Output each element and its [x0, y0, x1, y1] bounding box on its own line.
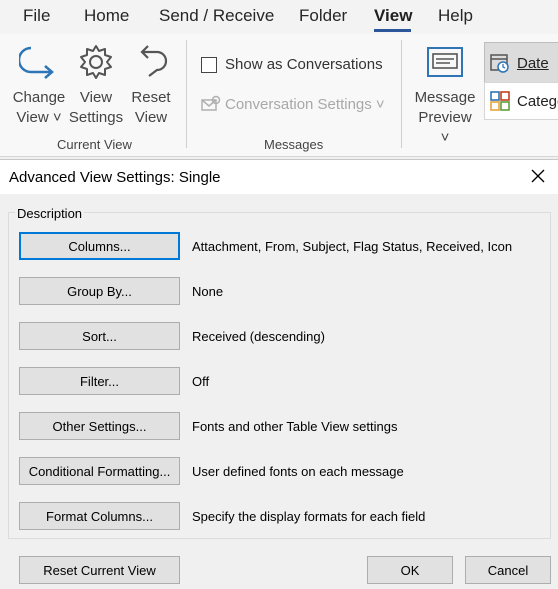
message-preview-label-line1: Message: [414, 89, 476, 106]
tab-folder[interactable]: Folder: [299, 6, 347, 26]
ribbon-tabs: File Home Send / Receive Folder View Hel…: [0, 0, 558, 34]
group-by-button[interactable]: Group By...: [19, 277, 180, 305]
dialog-title: Advanced View Settings: Single: [9, 169, 221, 186]
tab-view[interactable]: View: [374, 6, 412, 26]
arrangement-date-tile[interactable]: Date: [484, 42, 558, 84]
format-columns-description: Specify the display formats for each fie…: [192, 509, 426, 524]
columns-description: Attachment, From, Subject, Flag Status, …: [192, 239, 513, 254]
conversation-settings-button[interactable]: Conversation Settings ˅: [201, 95, 385, 113]
sort-description: Received (descending): [192, 329, 325, 344]
change-view-button[interactable]: Change View ˅: [10, 42, 68, 128]
tab-home[interactable]: Home: [84, 6, 129, 26]
categories-icon: [490, 91, 510, 111]
ribbon-groups: Change View ˅ View Settings Reset View C…: [0, 34, 558, 157]
conversation-settings-icon: [201, 95, 221, 111]
ribbon: File Home Send / Receive Folder View Hel…: [0, 0, 558, 157]
reset-icon: [140, 45, 168, 77]
reset-view-button[interactable]: Reset View: [126, 42, 176, 128]
change-view-label-line2: View ˅: [16, 109, 62, 126]
group-separator: [401, 40, 402, 148]
conversation-settings-label: Conversation Settings ˅: [225, 95, 385, 113]
gear-icon: [80, 45, 112, 79]
calendar-clock-icon: [490, 54, 509, 73]
close-icon[interactable]: [528, 166, 548, 186]
active-tab-indicator: [374, 29, 411, 32]
tab-send-receive[interactable]: Send / Receive: [159, 6, 274, 26]
message-preview-label-line2: Preview ˅: [418, 109, 472, 146]
tab-help[interactable]: Help: [438, 6, 473, 26]
view-settings-label-line1: View: [79, 89, 113, 106]
conditional-formatting-description: User defined fonts on each message: [192, 464, 404, 479]
view-settings-label-line2: Settings: [68, 109, 124, 126]
format-columns-button[interactable]: Format Columns...: [19, 502, 180, 530]
columns-button[interactable]: Columns...: [19, 232, 180, 260]
advanced-view-settings-dialog: Advanced View Settings: Single Descripti…: [0, 159, 558, 589]
cancel-button[interactable]: Cancel: [465, 556, 551, 584]
other-settings-description: Fonts and other Table View settings: [192, 419, 398, 434]
reset-view-label-line1: Reset: [131, 89, 171, 106]
message-preview-icon: [427, 47, 463, 77]
filter-button[interactable]: Filter...: [19, 367, 180, 395]
change-view-icon: [19, 46, 54, 79]
reset-current-view-button[interactable]: Reset Current View: [19, 556, 180, 584]
tab-file[interactable]: File: [23, 6, 50, 26]
message-preview-button[interactable]: Message Preview ˅: [412, 42, 478, 148]
arrangement-categories-tile[interactable]: Catego: [484, 82, 558, 120]
checkbox-box[interactable]: [201, 56, 217, 73]
dialog-titlebar: Advanced View Settings: Single: [0, 160, 558, 194]
categories-tile-label: Catego: [517, 92, 558, 110]
description-legend: Description: [15, 206, 85, 221]
show-as-conversations-label: Show as Conversations: [225, 56, 383, 73]
date-tile-label: Date: [517, 54, 549, 72]
view-settings-button[interactable]: View Settings: [68, 42, 124, 128]
messages-group-label: Messages: [264, 137, 324, 152]
group-by-description: None: [192, 284, 224, 299]
ok-button[interactable]: OK: [367, 556, 453, 584]
filter-description: Off: [192, 374, 210, 389]
current-view-group-label: Current View: [57, 137, 132, 152]
change-view-label-line1: Change: [12, 89, 66, 106]
show-as-conversations-checkbox[interactable]: Show as Conversations: [201, 56, 383, 73]
other-settings-button[interactable]: Other Settings...: [19, 412, 180, 440]
sort-button[interactable]: Sort...: [19, 322, 180, 350]
reset-view-label-line2: View: [134, 109, 168, 126]
group-separator: [186, 40, 187, 148]
conditional-formatting-button[interactable]: Conditional Formatting...: [19, 457, 180, 485]
